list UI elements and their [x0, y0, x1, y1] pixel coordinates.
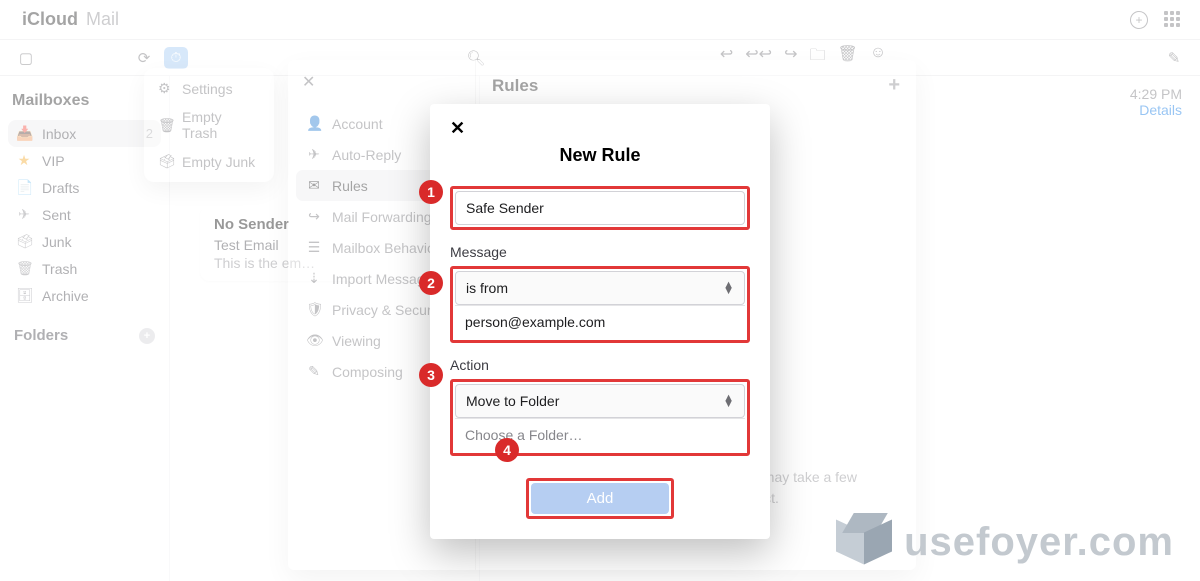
condition-select[interactable]: is from ▲▼	[455, 271, 745, 305]
sidebar-item-label: Trash	[42, 261, 77, 277]
import-icon: ⇣	[306, 270, 322, 287]
rule-name-highlight	[450, 186, 750, 230]
reply-icon[interactable]: ↩︎	[720, 44, 733, 71]
sidebar-item-junk[interactable]: 🗳 Junk	[8, 228, 161, 255]
annotation-3: 3	[419, 363, 443, 387]
rules-icon: ✉︎	[306, 177, 322, 194]
mark-unread-icon[interactable]: ☺	[870, 44, 886, 71]
sidebar: Mailboxes 📥 Inbox 2 ★ VIP 📄 Drafts ✈︎ Se…	[0, 76, 170, 581]
annotation-4: 4	[495, 438, 519, 462]
watermark: usefoyer.com	[836, 513, 1174, 571]
chevron-updown-icon: ▲▼	[723, 282, 734, 294]
message-time: 4:29 PM	[1130, 86, 1182, 102]
add-button[interactable]: Add	[531, 483, 669, 514]
move-folder-icon[interactable]: 🗀	[809, 44, 825, 71]
sidebar-item-vip[interactable]: ★ VIP	[8, 147, 161, 174]
refresh-icon[interactable]: ⟳	[130, 49, 158, 67]
shield-icon: 🛡︎	[306, 301, 322, 318]
empty-junk-item[interactable]: 🗳Empty Junk	[144, 147, 274, 176]
sidebar-item-label: Inbox	[42, 126, 76, 142]
watermark-text: usefoyer.com	[904, 520, 1174, 565]
search-icon[interactable]: 🔍︎	[462, 49, 490, 67]
sidebar-item-label: Junk	[42, 234, 72, 250]
add-folder-icon[interactable]: +	[139, 328, 155, 344]
action-section-label: Action	[450, 357, 750, 373]
sidebar-item-label: Archive	[42, 288, 89, 304]
message-section-label: Message	[450, 244, 750, 260]
brand-prefix: iCloud	[22, 9, 78, 30]
app-grid-icon[interactable]	[1164, 11, 1182, 29]
message-preview: This is the em…	[214, 255, 447, 271]
filter-button[interactable]: ⏱	[164, 47, 188, 69]
rule-name-input[interactable]	[455, 191, 745, 225]
file-icon: 📄	[16, 179, 32, 196]
sidebar-toggle-icon[interactable]: ▢	[12, 49, 40, 67]
star-icon: ★	[16, 152, 32, 169]
topbar: iCloud Mail +	[0, 0, 1200, 40]
forward-icon: ↪︎	[306, 208, 322, 225]
action-value: Move to Folder	[466, 393, 559, 409]
add-button-highlight: Add	[526, 478, 674, 519]
sidebar-item-label: VIP	[42, 153, 65, 169]
new-rule-modal: ✕ New Rule Message is from ▲▼ person@exa…	[430, 104, 770, 539]
mailbox-icon: ☰	[306, 239, 322, 256]
condition-value: is from	[466, 280, 508, 296]
modal-title: New Rule	[450, 145, 750, 166]
condition-email-input[interactable]: person@example.com	[455, 305, 745, 338]
message-sender: No Sender	[214, 216, 447, 233]
sidebar-item-trash[interactable]: 🗑 Trash	[8, 255, 161, 282]
rules-heading: Rules	[492, 76, 538, 96]
sidebar-item-label: Sent	[42, 207, 71, 223]
annotation-2: 2	[419, 271, 443, 295]
account-icon: 👤	[306, 115, 322, 132]
folders-label: Folders	[14, 327, 68, 344]
condition-highlight: is from ▲▼ person@example.com	[450, 266, 750, 343]
brand: iCloud Mail	[18, 9, 119, 30]
details-link[interactable]: Details	[1130, 102, 1182, 118]
sidebar-item-label: Drafts	[42, 180, 79, 196]
close-modal-button[interactable]: ✕	[450, 118, 750, 139]
action-select[interactable]: Move to Folder ▲▼	[455, 384, 745, 418]
add-rule-button[interactable]: +	[888, 74, 900, 97]
watermark-icon	[836, 513, 894, 571]
archive-icon: 🗄	[16, 287, 32, 304]
message-item[interactable]: No Sender Test Email This is the em…	[200, 206, 461, 281]
chevron-updown-icon: ▲▼	[723, 395, 734, 407]
brand-suffix: Mail	[86, 9, 119, 30]
toolbar: ▢ ⟳ ⏱ 🔍︎ ↩︎ ↩︎↩︎ ↪︎ 🗀 🗑 ☺ ✎	[0, 40, 1200, 76]
message-subject: Test Email	[214, 237, 447, 253]
sidebar-item-inbox[interactable]: 📥 Inbox 2	[8, 120, 161, 147]
gear-icon: ⚙︎	[158, 80, 172, 97]
trash-icon: 🗑	[158, 117, 172, 134]
forward-icon[interactable]: ↪︎	[784, 44, 797, 71]
sidebar-item-sent[interactable]: ✈︎ Sent	[8, 201, 161, 228]
close-settings-button[interactable]: ✕	[288, 60, 475, 104]
sidebar-item-drafts[interactable]: 📄 Drafts	[8, 174, 161, 201]
popover-title: ⚙︎Settings	[144, 74, 274, 103]
eye-icon: 👁︎	[306, 332, 322, 349]
sidebar-item-archive[interactable]: 🗄 Archive	[8, 282, 161, 309]
empty-trash-item[interactable]: 🗑Empty Trash	[144, 103, 274, 147]
junk-icon: 🗳	[158, 153, 172, 170]
junk-icon: 🗳	[16, 233, 32, 250]
autoreply-icon: ✈︎	[306, 146, 322, 163]
reply-all-icon[interactable]: ↩︎↩︎	[745, 44, 772, 71]
settings-popover: ⚙︎Settings 🗑Empty Trash 🗳Empty Junk	[144, 68, 274, 182]
pencil-icon: ✎	[306, 363, 322, 380]
folders-heading[interactable]: Folders +	[8, 327, 161, 344]
inbox-icon: 📥	[16, 125, 32, 142]
annotation-1: 1	[419, 180, 443, 204]
sidebar-title: Mailboxes	[12, 92, 157, 110]
delete-icon[interactable]: 🗑	[838, 44, 858, 71]
sidebar-badge: 2	[146, 126, 153, 141]
send-icon: ✈︎	[16, 206, 32, 223]
compose-icon[interactable]: +	[1130, 11, 1148, 29]
compose-icon-right[interactable]: ✎	[1160, 49, 1188, 67]
trash-icon: 🗑	[16, 260, 32, 277]
